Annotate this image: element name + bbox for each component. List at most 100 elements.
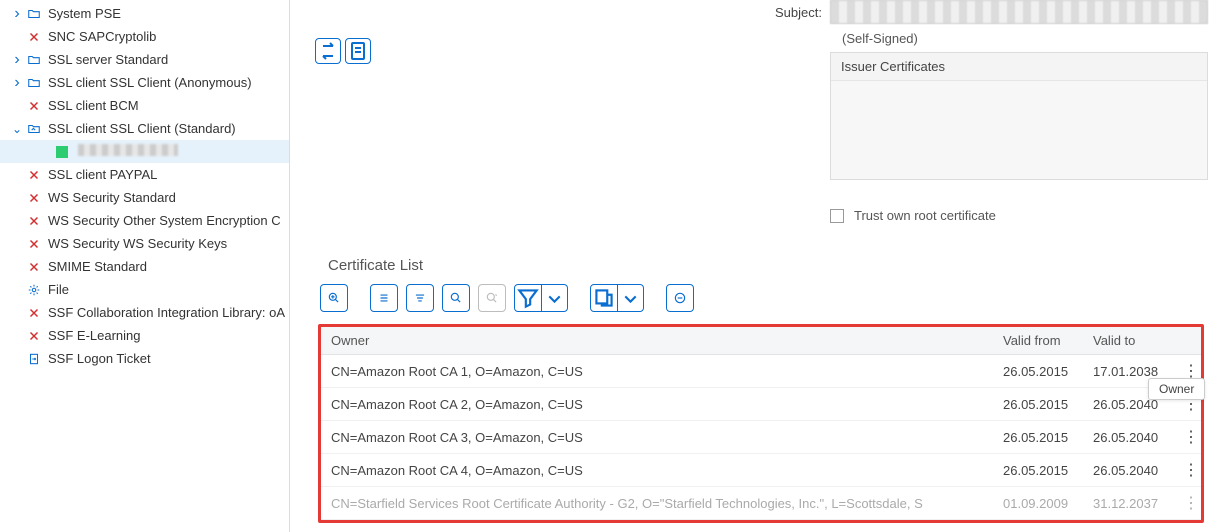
certificate-table-highlight: Owner Valid from Valid to CN=Amazon Root… [318,324,1204,523]
list-button[interactable] [370,284,398,312]
row-actions-icon[interactable]: ⋮ [1173,487,1201,520]
table-row[interactable]: CN=Amazon Root CA 4, O=Amazon, C=US26.05… [321,454,1201,487]
certificate-toolbar [320,284,1208,312]
chevron-right-icon[interactable]: › [10,53,24,67]
col-header-valid-to[interactable]: Valid to [1083,327,1173,355]
cell-owner: CN=Amazon Root CA 3, O=Amazon, C=US [321,421,993,454]
col-header-valid-from[interactable]: Valid from [993,327,1083,355]
owner-tooltip: Owner [1148,378,1205,400]
tree-item-label: SSF Logon Ticket [48,351,151,366]
cell-owner: CN=Amazon Root CA 4, O=Amazon, C=US [321,454,993,487]
cell-valid-to: 26.05.2040 [1083,454,1173,487]
cell-owner: CN=Amazon Root CA 2, O=Amazon, C=US [321,388,993,421]
tree-item-label: SSF Collaboration Integration Library: o… [48,305,285,320]
tree-item-label: SSL client SSL Client (Anonymous) [48,75,252,90]
x-icon [26,213,42,229]
chevron-down-icon[interactable] [541,285,567,311]
tree-item[interactable]: WS Security WS Security Keys [0,232,289,255]
certificate-table[interactable]: Owner Valid from Valid to CN=Amazon Root… [321,327,1201,520]
cell-owner: CN=Amazon Root CA 1, O=Amazon, C=US [321,355,993,388]
tree-item-label [78,144,178,159]
self-signed-label: (Self-Signed) [830,31,918,46]
funnel-icon[interactable] [515,285,541,311]
tree-item-label: SSL client SSL Client (Standard) [48,121,236,136]
tree-item[interactable]: SNC SAPCryptolib [0,25,289,48]
tree-item[interactable]: WS Security Standard [0,186,289,209]
tree-item-label: WS Security WS Security Keys [48,236,227,251]
main-panel: Subject: (Self-Signed) Issuer Certificat… [290,0,1218,532]
tree-item[interactable]: WS Security Other System Encryption C [0,209,289,232]
cell-valid-from: 01.09.2009 [993,487,1083,520]
swap-button[interactable] [315,38,341,64]
cell-valid-from: 26.05.2015 [993,421,1083,454]
folderlink-icon [26,121,42,137]
tree-item[interactable]: ⌄ SSL client SSL Client (Standard) [0,117,289,140]
issuer-header: Issuer Certificates [831,53,1207,81]
tree-item[interactable]: SSF Logon Ticket [0,347,289,370]
cell-valid-to: 31.12.2037 [1083,487,1173,520]
x-icon [26,167,42,183]
certificate-list-title: Certificate List [328,257,1208,274]
tree-item-label: SSL client PAYPAL [48,167,157,182]
document-button[interactable] [345,38,371,64]
cell-owner: CN=Starfield Services Root Certificate A… [321,487,993,520]
tree-item[interactable]: File [0,278,289,301]
x-icon [26,236,42,252]
x-icon [26,305,42,321]
table-row[interactable]: CN=Starfield Services Root Certificate A… [321,487,1201,520]
zoom-in-button[interactable] [320,284,348,312]
tree-item-label: WS Security Standard [48,190,176,205]
col-header-actions [1173,327,1201,355]
x-icon [26,29,42,45]
row-actions-icon[interactable]: ⋮ [1173,421,1201,454]
cell-valid-to: 26.05.2040 [1083,421,1173,454]
tree-item[interactable]: SSL client PAYPAL [0,163,289,186]
col-header-owner[interactable]: Owner [321,327,993,355]
x-icon [26,98,42,114]
tree-item[interactable]: › SSL client SSL Client (Anonymous) [0,71,289,94]
chevron-right-icon[interactable]: › [10,76,24,90]
trust-own-root-checkbox[interactable] [830,209,844,223]
tree-item[interactable]: ›System PSE [0,2,289,25]
table-row[interactable]: CN=Amazon Root CA 1, O=Amazon, C=US26.05… [321,355,1201,388]
chevron-down-icon[interactable] [617,285,643,311]
chevron-down-icon[interactable]: ⌄ [10,122,24,136]
tree-item-label: SSF E-Learning [48,328,141,343]
cell-valid-from: 26.05.2015 [993,388,1083,421]
filter-split-button[interactable] [514,284,568,312]
cell-valid-from: 26.05.2015 [993,454,1083,487]
status-ok-icon [56,144,72,160]
tree-item-label: SNC SAPCryptolib [48,29,156,44]
chevron-right-icon[interactable]: › [10,7,24,21]
issuer-certificates-panel: Issuer Certificates [830,52,1208,180]
docarrow-icon [26,351,42,367]
folder-icon [26,52,42,68]
table-row[interactable]: CN=Amazon Root CA 3, O=Amazon, C=US26.05… [321,421,1201,454]
table-row[interactable]: CN=Amazon Root CA 2, O=Amazon, C=US26.05… [321,388,1201,421]
tree-item[interactable]: SSF Collaboration Integration Library: o… [0,301,289,324]
subject-label: Subject: [300,5,830,20]
sort-button[interactable] [406,284,434,312]
tree-item[interactable]: SSL client BCM [0,94,289,117]
export-icon[interactable] [591,285,617,311]
folder-icon [26,75,42,91]
tree-item[interactable]: SMIME Standard [0,255,289,278]
gear-icon [26,282,42,298]
tree-item[interactable]: › SSL server Standard [0,48,289,71]
tree-item[interactable] [0,140,289,163]
cell-valid-from: 26.05.2015 [993,355,1083,388]
tree-item-label: SMIME Standard [48,259,147,274]
remove-button[interactable] [666,284,694,312]
search-next-button [478,284,506,312]
folder-icon [26,6,42,22]
search-in-list-button[interactable] [442,284,470,312]
export-split-button[interactable] [590,284,644,312]
tree-item-label: SSL client BCM [48,98,139,113]
subject-field[interactable] [830,0,1208,24]
row-actions-icon[interactable]: ⋮ [1173,454,1201,487]
x-icon [26,259,42,275]
tree-item[interactable]: SSF E-Learning [0,324,289,347]
tree-item-label: SSL server Standard [48,52,168,67]
tree-item-label: WS Security Other System Encryption C [48,213,281,228]
trust-own-root-label: Trust own root certificate [854,208,996,223]
